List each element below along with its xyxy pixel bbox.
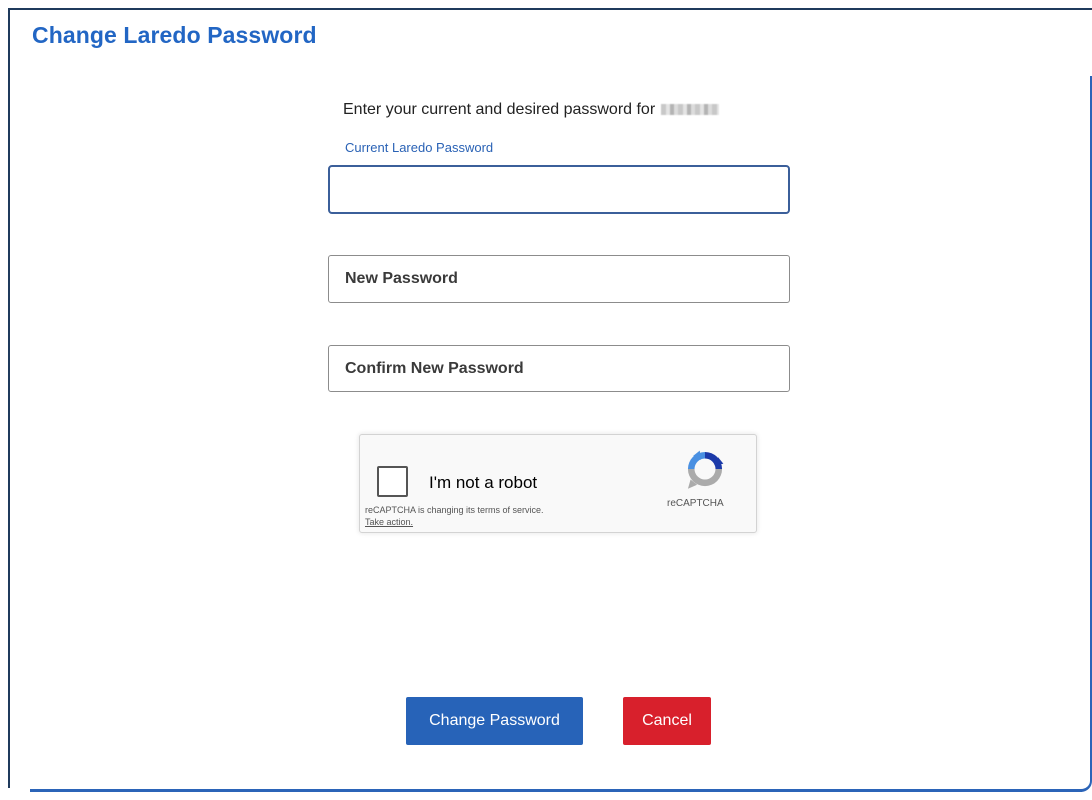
recaptcha-widget: I'm not a robot reCAPTCHA is changing it…: [359, 434, 757, 533]
redacted-username: [661, 104, 720, 115]
recaptcha-logo-icon: [687, 450, 724, 489]
dialog-border-top: [8, 8, 1092, 10]
recaptcha-checkbox[interactable]: [377, 466, 408, 497]
cancel-button[interactable]: Cancel: [623, 697, 711, 745]
change-password-button[interactable]: Change Password: [406, 697, 583, 745]
page-title: Change Laredo Password: [32, 22, 317, 48]
dialog-border-right: [1081, 76, 1092, 792]
new-password-input[interactable]: [328, 255, 790, 303]
take-action-link[interactable]: Take action.: [365, 516, 544, 528]
recaptcha-notice: reCAPTCHA is changing its terms of servi…: [365, 504, 544, 528]
dialog-border-left: [8, 8, 10, 788]
recaptcha-label: I'm not a robot: [429, 473, 538, 492]
confirm-password-input[interactable]: [328, 345, 790, 392]
intro-message: Enter your current and desired password …: [343, 101, 656, 118]
recaptcha-brand: reCAPTCHA: [667, 498, 724, 509]
intro-text: Enter your current and desired password …: [343, 101, 720, 119]
recaptcha-terms-notice: reCAPTCHA is changing its terms of servi…: [365, 505, 544, 515]
current-password-input[interactable]: [328, 165, 790, 214]
dialog-border-bottom: [30, 789, 1082, 792]
current-password-label: Current Laredo Password: [345, 140, 494, 155]
